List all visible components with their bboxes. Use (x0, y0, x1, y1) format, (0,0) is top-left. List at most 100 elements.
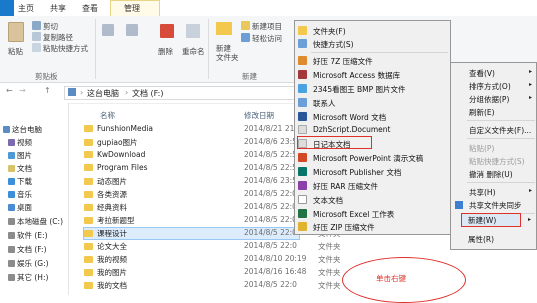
menu-item-new-shortcut[interactable]: 快捷方式(S) (313, 39, 354, 50)
file-name: 各类资源 (97, 190, 127, 199)
file-row-selected[interactable]: 课程设计 2014/8/5 22:0 (83, 227, 300, 240)
file-row[interactable]: 我的图片 2014/8/16 16:48 (84, 267, 306, 278)
tab-share[interactable]: 共享 (50, 3, 66, 14)
file-date: 2014/8/5 22:0 (244, 228, 297, 237)
menu-item-new-folder[interactable]: 文件夹(F) (313, 26, 346, 37)
nav-item[interactable]: 音乐 (8, 189, 32, 200)
menu-item-new-access[interactable]: Microsoft Access 数据库 (313, 70, 400, 81)
file-row[interactable]: Program Files 2014/8/5 22:5 (84, 163, 299, 174)
scissors-icon (32, 21, 41, 30)
breadcrumb-root[interactable]: 这台电脑 (87, 88, 119, 99)
file-row[interactable]: FunshionMedia 2014/8/21 21:5 (84, 124, 302, 135)
forward-icon[interactable]: → (19, 86, 26, 95)
tab-home[interactable]: 主页 (18, 3, 34, 14)
excel-icon (298, 209, 307, 218)
archive-rar-icon (298, 181, 307, 190)
easy-access-button[interactable]: 轻松访问 (252, 33, 282, 44)
menu-item-new-word[interactable]: Microsoft Word 文档 (313, 112, 386, 123)
menu-item-share-sync[interactable]: 共享文件夹同步 (469, 200, 522, 211)
column-header-name[interactable]: 名称 (100, 110, 115, 121)
address-bar[interactable]: › 这台电脑 › 文档 (F:) (64, 86, 296, 100)
file-row[interactable]: 我的视频 2014/8/10 20:19 (84, 254, 306, 265)
file-row[interactable]: gupiao图片 2014/8/6 23:5 (84, 137, 299, 148)
tab-manage[interactable]: 管理 (124, 3, 140, 14)
column-header-date[interactable]: 修改日期 (244, 110, 274, 121)
menu-item-new-rar[interactable]: 好压 RAR 压缩文件 (313, 181, 378, 192)
menu-item-undo-delete[interactable]: 撤消 删除(U) (469, 169, 513, 180)
menu-item-new-text[interactable]: 文本文档 (313, 195, 343, 206)
cut-button[interactable]: 剪切 (43, 21, 58, 32)
new-item-button[interactable]: 新建项目 (252, 21, 282, 32)
nav-item[interactable]: 其它 (H:) (8, 272, 48, 283)
nav-item-label: 软件 (E:) (17, 231, 48, 240)
file-tab[interactable] (0, 0, 14, 16)
menu-item-new-excel[interactable]: Microsoft Excel 工作表 (313, 209, 394, 220)
nav-item[interactable]: 这台电脑 (3, 124, 42, 135)
nav-item[interactable]: 软件 (E:) (8, 230, 48, 241)
menu-item-new-powerpoint[interactable]: Microsoft PowerPoint 演示文稿 (313, 153, 423, 164)
nav-item[interactable]: 桌面 (8, 202, 32, 213)
back-icon[interactable]: ← (6, 86, 13, 95)
text-file-icon (298, 195, 307, 204)
file-name: FunshionMedia (97, 124, 154, 133)
nav-item[interactable]: 文档 (F:) (8, 244, 47, 255)
menu-item-new-contact[interactable]: 联系人 (313, 98, 336, 109)
file-name: 动态图片 (97, 177, 127, 186)
folder-icon (84, 217, 93, 224)
menu-item-group[interactable]: 分组依据(P) (469, 94, 509, 105)
breadcrumb-leaf[interactable]: 文档 (F:) (132, 88, 163, 99)
up-icon[interactable]: ↑ (44, 86, 51, 95)
clipboard-group-label: 剪贴板 (35, 72, 58, 81)
tab-view[interactable]: 查看 (82, 3, 98, 14)
music-icon (8, 191, 15, 198)
menu-item-customize[interactable]: 自定义文件夹(F)... (469, 125, 531, 136)
nav-item-label: 这台电脑 (12, 125, 42, 134)
menu-item-share[interactable]: 共享(H) (469, 187, 496, 198)
menu-item-new-bmp[interactable]: 2345看图王 BMP 图片文件 (313, 84, 406, 95)
nav-item[interactable]: 本地磁盘 (C:) (8, 216, 63, 227)
file-row[interactable]: KwDownload 2014/8/5 22:5 (84, 150, 299, 161)
file-row[interactable]: 我的文档 2014/8/5 22:0 (84, 280, 299, 291)
nav-item[interactable]: 文档 (8, 163, 32, 174)
new-folder-button[interactable]: 新建 文件夹 (216, 44, 239, 62)
folder-icon (84, 178, 93, 185)
delete-button[interactable]: 删除 (158, 46, 173, 57)
file-date: 2014/8/10 20:19 (244, 254, 307, 263)
folder-icon (84, 204, 93, 211)
rename-button[interactable]: 重命名 (182, 46, 205, 57)
menu-item-new-7z[interactable]: 好压 7Z 压缩文件 (313, 56, 373, 67)
menu-item-new-zip[interactable]: 好压 ZIP 压缩文件 (313, 222, 375, 233)
menu-item-properties[interactable]: 属性(R) (468, 234, 494, 245)
nav-item[interactable]: 下载 (8, 176, 32, 187)
file-row[interactable]: 各类资源 2014/8/5 22:0 (84, 189, 299, 200)
menu-item-new[interactable]: 新建(W) (468, 215, 496, 226)
menu-item-new-dzhscript[interactable]: DzhScript.Document (313, 125, 390, 134)
nav-item[interactable]: 娱乐 (G:) (8, 258, 49, 269)
chevron-right-icon: ▸ (529, 94, 533, 101)
menu-item-view[interactable]: 查看(V) (469, 68, 495, 79)
paste-shortcut-button[interactable]: 粘贴快捷方式 (43, 43, 88, 54)
file-row[interactable]: 经典资料 2014/8/5 22:0 (84, 202, 299, 213)
menu-item-refresh[interactable]: 刷新(E) (469, 107, 495, 118)
nav-item[interactable]: 视频 (8, 137, 32, 148)
nav-item-label: 图片 (17, 151, 32, 160)
menu-item-new-publisher[interactable]: Microsoft Publisher 文档 (313, 167, 401, 178)
file-date: 2014/8/5 22:0 (244, 215, 297, 224)
nav-item-label: 娱乐 (G:) (17, 259, 49, 268)
delete-icon (160, 24, 174, 38)
file-row[interactable]: 论文大全 2014/8/5 22:0 (84, 241, 299, 252)
menu-item-sort[interactable]: 排序方式(O) (469, 81, 511, 92)
new-group-label: 新建 (242, 72, 257, 81)
file-row[interactable]: 考拉新题型 2014/8/5 22:0 (84, 215, 299, 226)
move-to-icon (102, 24, 114, 36)
menu-item-paste-shortcut: 粘贴快捷方式(S) (469, 157, 525, 166)
file-row[interactable]: 动态图片 2014/8/6 23:5 (84, 176, 299, 187)
copy-path-button[interactable]: 复制路径 (43, 32, 73, 43)
paste-button[interactable]: 粘贴 (8, 46, 23, 57)
nav-item[interactable]: 图片 (8, 150, 32, 161)
file-date: 2014/8/5 22:5 (244, 163, 297, 172)
folder-icon (84, 191, 93, 198)
file-name: 经典资料 (97, 203, 127, 212)
menu-separator (467, 182, 535, 183)
nav-item-label: 文档 (17, 164, 32, 173)
